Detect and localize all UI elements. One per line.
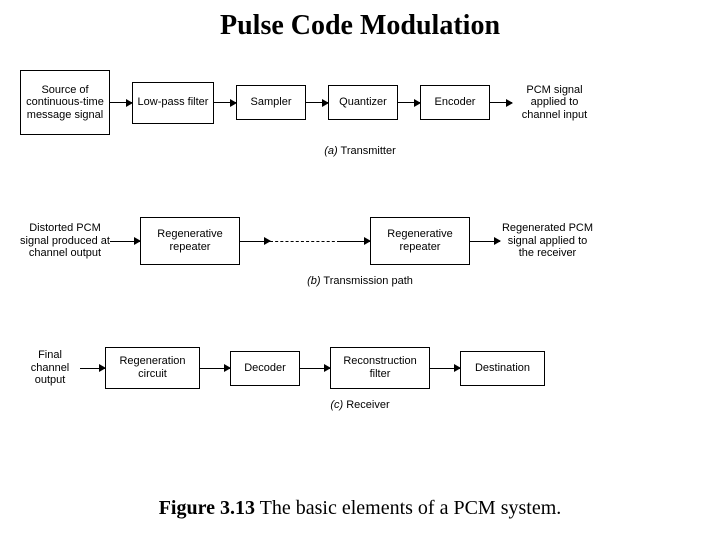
arrow-icon xyxy=(306,98,328,108)
row-transmission-path: Distorted PCM signal produced at channel… xyxy=(20,217,700,265)
sublabel-c-text: Receiver xyxy=(343,399,389,411)
caption-number: Figure 3.13 xyxy=(159,497,255,519)
caption-text: The basic elements of a PCM system. xyxy=(255,497,561,519)
block-encoder: Encoder xyxy=(420,85,490,120)
dashed-arrow-icon xyxy=(270,236,340,246)
label-regen-out: Regenerated PCM signal applied to the re… xyxy=(500,222,595,260)
label-final-channel: Final channel output xyxy=(20,349,80,387)
label-pcm-out: PCM signal applied to channel input xyxy=(512,84,597,122)
sublabel-b: (b) Transmission path xyxy=(20,275,700,287)
arrow-icon xyxy=(110,98,132,108)
arrow-icon xyxy=(80,363,105,373)
label-distorted-in: Distorted PCM signal produced at channel… xyxy=(20,222,110,260)
arrow-icon xyxy=(398,98,420,108)
figure-caption: Figure 3.13 The basic elements of a PCM … xyxy=(0,497,720,520)
arrow-icon xyxy=(200,363,230,373)
page-title: Pulse Code Modulation xyxy=(0,0,720,42)
arrow-icon xyxy=(340,236,370,246)
sublabel-a: (a) Transmitter xyxy=(20,145,700,157)
block-sampler: Sampler xyxy=(236,85,306,120)
sublabel-c-letter: (c) xyxy=(330,399,343,411)
row-receiver: Final channel output Regeneration circui… xyxy=(20,347,700,389)
block-regen-repeater-1: Regenerative repeater xyxy=(140,217,240,265)
sublabel-c: (c) Receiver xyxy=(20,399,700,411)
block-lowpass-filter: Low-pass filter xyxy=(132,82,214,124)
arrow-icon xyxy=(110,236,140,246)
sublabel-a-letter: (a) xyxy=(324,145,337,157)
block-decoder: Decoder xyxy=(230,351,300,386)
block-reconstruction-filter: Reconstruction filter xyxy=(330,347,430,389)
pcm-diagram: Source of continuous-time message signal… xyxy=(20,70,700,411)
arrow-icon xyxy=(300,363,330,373)
arrow-icon xyxy=(214,98,236,108)
block-regen-repeater-2: Regenerative repeater xyxy=(370,217,470,265)
sublabel-b-letter: (b) xyxy=(307,275,320,287)
block-regen-circuit: Regeneration circuit xyxy=(105,347,200,389)
sublabel-a-text: Transmitter xyxy=(338,145,396,157)
arrow-icon xyxy=(490,98,512,108)
row-transmitter: Source of continuous-time message signal… xyxy=(20,70,700,135)
block-destination: Destination xyxy=(460,351,545,386)
sublabel-b-text: Transmission path xyxy=(321,275,413,287)
block-source: Source of continuous-time message signal xyxy=(20,70,110,135)
arrow-icon xyxy=(430,363,460,373)
arrow-icon xyxy=(240,236,270,246)
arrow-icon xyxy=(470,236,500,246)
block-quantizer: Quantizer xyxy=(328,85,398,120)
